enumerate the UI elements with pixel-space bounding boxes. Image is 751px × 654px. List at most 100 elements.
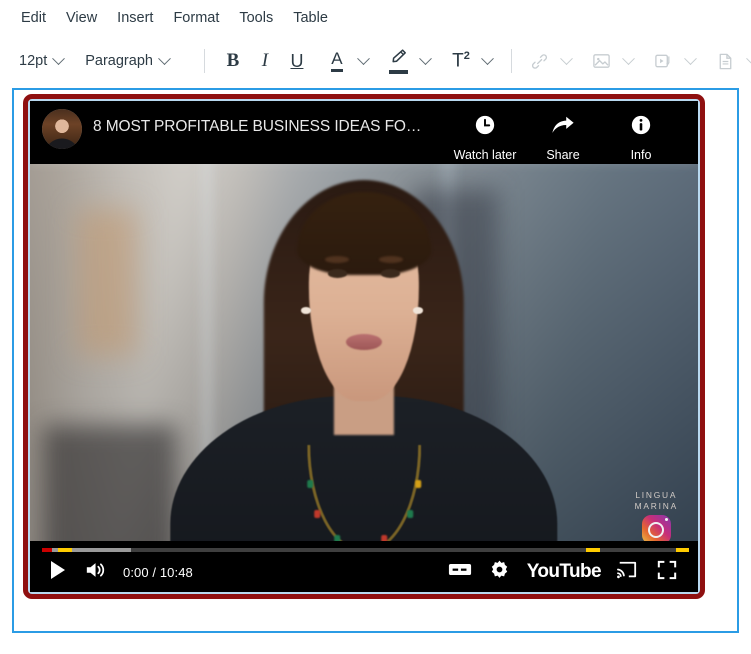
menu-item-tools[interactable]: Tools <box>239 8 284 29</box>
cast-button[interactable] <box>608 553 646 591</box>
italic-label: I <box>261 50 269 71</box>
presenter-lips <box>345 334 383 350</box>
menu-item-edit[interactable]: Edit <box>21 8 57 29</box>
menu-item-insert[interactable]: Insert <box>117 8 164 29</box>
chevron-down-icon <box>419 51 433 65</box>
presenter-eye-right <box>381 269 401 278</box>
bold-button[interactable]: B <box>218 46 248 76</box>
info-button[interactable]: Info <box>602 101 680 162</box>
selected-video-embed[interactable]: LINGUA MARINA 8 MOST PROFITABLE BUSINESS… <box>23 94 705 599</box>
format-toolbar: 12pt Paragraph B I U A T2 <box>0 37 751 85</box>
presenter-brow-right <box>378 255 403 263</box>
share-button[interactable]: Share <box>524 101 602 162</box>
highlight-color-button[interactable] <box>384 46 414 76</box>
chevron-down-icon <box>481 51 495 65</box>
youtube-brand[interactable]: YouTube <box>526 561 602 583</box>
share-label: Share <box>546 148 580 162</box>
chevron-down-icon <box>357 51 371 65</box>
menu-item-view[interactable]: View <box>66 8 108 29</box>
document-dropdown <box>743 46 751 76</box>
presenter-earring-right <box>412 307 423 314</box>
underline-label: U <box>290 50 304 71</box>
presenter-brow-left <box>325 255 350 263</box>
media-button <box>649 46 679 76</box>
media-group <box>649 46 701 76</box>
chapter-marker <box>58 548 72 552</box>
menu-item-format[interactable]: Format <box>173 8 230 29</box>
chapter-marker <box>675 548 690 552</box>
watch-later-label: Watch later <box>453 148 517 162</box>
text-style-group: B I U <box>218 46 312 76</box>
settings-button[interactable] <box>481 553 519 591</box>
player-controls: 0:00 / 10:48 YouTube <box>30 541 698 592</box>
volume-button[interactable] <box>77 553 115 591</box>
player-top-bar: 8 MOST PROFITABLE BUSINESS IDEAS FO… Wat… <box>30 101 698 164</box>
channel-watermark: LINGUA MARINA <box>635 490 678 544</box>
font-size-dropdown[interactable]: 12pt <box>19 51 66 69</box>
captions-button[interactable] <box>441 553 479 591</box>
video-title[interactable]: 8 MOST PROFITABLE BUSINESS IDEAS FO… <box>93 118 446 136</box>
document-group <box>711 46 751 76</box>
image-dropdown <box>619 46 639 76</box>
highlight-group <box>384 46 436 76</box>
progress-bar-wrap[interactable] <box>30 541 698 552</box>
superscript-dropdown[interactable] <box>478 46 498 76</box>
youtube-player[interactable]: LINGUA MARINA 8 MOST PROFITABLE BUSINESS… <box>30 101 698 592</box>
share-arrow-icon <box>551 114 575 141</box>
image-button <box>587 46 617 76</box>
youtube-brand-label: YouTube <box>526 561 602 582</box>
clock-icon <box>474 114 496 141</box>
superscript-button[interactable]: T2 <box>446 46 476 76</box>
cc-icon <box>448 561 472 583</box>
link-group <box>525 46 577 76</box>
play-icon <box>49 560 67 585</box>
superscript-group: T2 <box>446 46 498 76</box>
highlight-color-dropdown[interactable] <box>416 46 436 76</box>
watermark-line-1: LINGUA <box>635 490 678 500</box>
link-button <box>525 46 555 76</box>
link-dropdown <box>557 46 577 76</box>
cast-icon <box>616 560 638 585</box>
toolbar-divider <box>203 49 205 73</box>
menu-bar: Edit View Insert Format Tools Table <box>0 0 751 37</box>
gear-icon <box>489 559 510 585</box>
chevron-down-icon <box>560 51 574 65</box>
chevron-down-icon <box>746 51 751 65</box>
toolbar-divider <box>510 49 512 73</box>
fullscreen-icon <box>657 560 677 585</box>
superscript-label: T2 <box>452 49 470 72</box>
block-format-dropdown[interactable]: Paragraph <box>85 51 171 69</box>
chevron-down-icon <box>52 51 66 65</box>
text-color-dropdown[interactable] <box>354 46 374 76</box>
instagram-icon <box>641 515 671 544</box>
chevron-down-icon <box>684 51 698 65</box>
presenter-eye-left <box>327 269 347 278</box>
chapter-marker <box>586 548 600 552</box>
presenter-earring-left <box>301 307 312 314</box>
watch-later-button[interactable]: Watch later <box>446 101 524 162</box>
presenter <box>30 101 698 592</box>
document-button <box>711 46 741 76</box>
text-color-group: A <box>322 46 374 76</box>
controls-row: 0:00 / 10:48 YouTube <box>30 552 698 592</box>
time-display: 0:00 / 10:48 <box>123 564 193 580</box>
highlight-pen-icon <box>389 48 409 74</box>
channel-avatar[interactable] <box>42 109 82 149</box>
fullscreen-button[interactable] <box>648 553 686 591</box>
progress-bar[interactable] <box>42 548 690 552</box>
chevron-down-icon <box>622 51 636 65</box>
controls-right: YouTube <box>441 553 686 591</box>
chevron-down-icon <box>158 51 171 65</box>
text-color-button[interactable]: A <box>322 46 352 76</box>
bold-label: B <box>226 50 240 71</box>
underline-button[interactable]: U <box>282 46 312 76</box>
info-circle-icon <box>630 114 652 141</box>
block-format-value: Paragraph <box>85 53 153 69</box>
italic-button[interactable]: I <box>250 46 280 76</box>
media-dropdown <box>681 46 701 76</box>
player-actions: Watch later Share Info <box>446 101 680 162</box>
rich-text-editor-body[interactable]: LINGUA MARINA 8 MOST PROFITABLE BUSINESS… <box>12 88 739 633</box>
menu-item-table[interactable]: Table <box>293 8 339 29</box>
play-button[interactable] <box>39 553 77 591</box>
image-group <box>587 46 639 76</box>
